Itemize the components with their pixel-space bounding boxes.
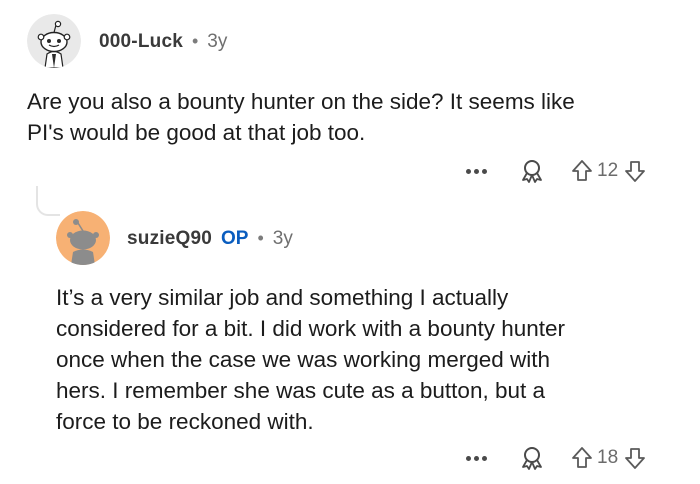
op-badge: OP	[221, 228, 249, 249]
comment-actions: 18	[466, 444, 646, 472]
award-icon[interactable]	[519, 158, 545, 184]
vote-count: 18	[597, 447, 619, 468]
separator-dot: •	[257, 227, 264, 248]
comment-body-line: considered for a bit. I did work with a …	[56, 316, 566, 341]
comment-body-line: PI's would be good at that job too.	[27, 120, 366, 145]
more-options-icon[interactable]	[466, 168, 487, 174]
award-icon[interactable]	[519, 445, 545, 471]
thread-connector	[36, 186, 60, 216]
more-options-icon[interactable]	[466, 455, 487, 461]
snoo-avatar-orange-icon	[56, 211, 110, 265]
vote-count: 12	[597, 160, 619, 181]
comment-body-line: It’s a very similar job and something I …	[56, 285, 509, 310]
separator-dot: •	[191, 30, 199, 51]
downvote-arrow-icon[interactable]	[624, 159, 646, 183]
username[interactable]: 000-Luck	[99, 31, 183, 53]
username[interactable]: suzieQ90	[127, 228, 212, 250]
comment-header: suzieQ90 OP • 3y	[127, 228, 293, 250]
comment-header: 000-Luck • 3y	[99, 31, 227, 53]
comment-body-line: Are you also a bounty hunter on the side…	[27, 89, 575, 114]
downvote-arrow-icon[interactable]	[624, 446, 646, 470]
comment-body-line: force to be reckoned with.	[56, 409, 314, 434]
comment-body-line: once when the case we was working merged…	[56, 347, 551, 372]
upvote-arrow-icon[interactable]	[571, 159, 593, 183]
comment-body-line: hers. I remember she was cute as a butto…	[56, 378, 546, 403]
timestamp[interactable]: 3y	[273, 228, 293, 250]
comment-actions: 12	[466, 157, 646, 185]
comment-body: It’s a very similar job and something I …	[56, 282, 565, 437]
snoo-avatar-icon	[27, 14, 81, 68]
timestamp[interactable]: 3y	[207, 31, 227, 53]
comment-body: Are you also a bounty hunter on the side…	[27, 86, 575, 148]
snoo-avatar-orange[interactable]	[56, 211, 110, 265]
upvote-arrow-icon[interactable]	[571, 446, 593, 470]
snoo-avatar[interactable]	[27, 14, 81, 68]
